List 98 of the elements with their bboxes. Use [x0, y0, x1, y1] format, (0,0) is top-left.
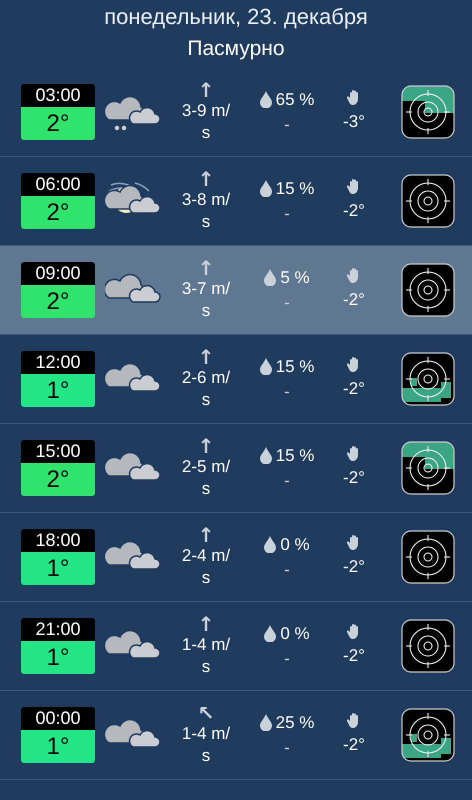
moon-cloud-icon: [105, 182, 161, 214]
raindrop-icon: [260, 90, 272, 108]
precipitation-amount: -: [283, 381, 291, 403]
forecast-row[interactable]: 00:00 1° ↖ 1-4 m/ s 25 % - -2°: [0, 691, 472, 780]
hand-icon: [347, 623, 361, 640]
hand-icon: [347, 267, 361, 284]
time-label: 06:00: [21, 173, 95, 196]
forecast-row[interactable]: 12:00 1° ↑ 2-6 m/ s 15 % - -2°: [0, 335, 472, 424]
radar-thumbnail[interactable]: [401, 174, 455, 228]
forecast-row[interactable]: 03:00 2° ↑ 3-9 m/ s 65 % - -3°: [0, 68, 472, 157]
hand-icon: [347, 712, 361, 728]
wind-speed: 3-9 m/ s: [180, 100, 232, 144]
wind-arrow: ↑: [196, 258, 216, 278]
radar-thumbnail[interactable]: [401, 352, 455, 406]
hand-icon: [347, 534, 361, 550]
time-label: 09:00: [21, 262, 95, 285]
time-label: 00:00: [21, 707, 95, 730]
radar-thumbnail[interactable]: [401, 263, 455, 317]
condition-heading: Пасмурно: [186, 36, 286, 62]
date-heading: понедельник, 23. декабря: [103, 3, 369, 30]
cloud-icon: [105, 274, 161, 303]
hand-icon: [347, 89, 361, 106]
feels-like-temperature: -2°: [342, 289, 366, 312]
precipitation-amount: -: [283, 559, 291, 581]
precipitation-chance: 0 %: [280, 534, 310, 556]
raindrop-icon: [260, 446, 272, 464]
precipitation-chance: 15 %: [276, 356, 314, 378]
feels-like-temperature: -2°: [342, 467, 366, 490]
wind-speed: 3-7 m/ s: [180, 278, 232, 322]
forecast-row[interactable]: 09:00 2° ↑ 3-7 m/ s 5 % - -2°: [0, 246, 472, 335]
time-label: 03:00: [21, 84, 95, 107]
wind-speed: 3-8 m/ s: [180, 189, 232, 233]
precipitation-amount: -: [283, 292, 291, 314]
precipitation-amount: -: [283, 470, 291, 492]
raindrop-icon: [260, 180, 272, 197]
wind-speed: 2-4 m/ s: [180, 545, 232, 589]
precipitation-chance: 25 %: [276, 712, 314, 734]
time-label: 12:00: [21, 351, 95, 374]
precipitation-chance: 0 %: [280, 622, 310, 644]
cloud-icon: [105, 540, 161, 570]
temperature-label: 2°: [21, 196, 95, 229]
wind-arrow: ↑: [196, 614, 216, 634]
wind-arrow: ↑: [196, 169, 216, 189]
snow-cloud-icon: [105, 96, 161, 130]
hand-icon: [347, 356, 361, 372]
wind-speed: 1-4 m/ s: [180, 634, 232, 678]
raindrop-icon: [260, 714, 272, 731]
feels-like-temperature: -3°: [342, 111, 366, 134]
wind-arrow: ↑: [196, 525, 216, 545]
wind-speed: 1-4 m/ s: [180, 723, 232, 767]
feels-like-temperature: -2°: [342, 378, 366, 400]
feels-like-temperature: -2°: [342, 734, 366, 756]
raindrop-icon: [264, 536, 276, 553]
feels-like-temperature: -2°: [342, 200, 366, 222]
raindrop-icon: [264, 624, 276, 642]
precipitation-chance: 15 %: [276, 444, 314, 466]
feels-like-temperature: -2°: [342, 645, 366, 668]
cloud-icon: [105, 718, 161, 748]
precipitation-chance: 15 %: [276, 178, 314, 200]
wind-arrow: ↑: [196, 436, 216, 456]
cloud-icon: [105, 630, 161, 659]
hand-icon: [347, 178, 361, 194]
precipitation-chance: 65 %: [276, 88, 314, 110]
precipitation-amount: -: [283, 648, 291, 670]
radar-thumbnail[interactable]: [401, 619, 455, 673]
raindrop-icon: [264, 268, 276, 286]
precipitation-amount: -: [283, 114, 291, 136]
wind-arrow: ↑: [196, 80, 216, 100]
forecast-row[interactable]: 15:00 2° ↑ 2-5 m/ s 15 % - -2°: [0, 424, 472, 513]
forecast-row[interactable]: 18:00 1° ↑ 2-4 m/ s 0 % - -2°: [0, 513, 472, 602]
temperature-label: 1°: [21, 730, 95, 763]
radar-thumbnail[interactable]: [401, 708, 455, 762]
raindrop-icon: [260, 358, 272, 375]
radar-thumbnail[interactable]: [401, 530, 455, 584]
time-label: 18:00: [21, 529, 95, 552]
radar-thumbnail[interactable]: [401, 441, 455, 495]
wind-speed: 2-6 m/ s: [180, 367, 232, 411]
precipitation-chance: 5 %: [280, 266, 310, 288]
time-label: 21:00: [21, 618, 95, 641]
cloud-icon: [105, 362, 161, 392]
precipitation-amount: -: [283, 203, 291, 225]
hand-icon: [347, 445, 361, 462]
temperature-label: 1°: [21, 374, 95, 407]
forecast-row[interactable]: 21:00 1° ↑ 1-4 m/ s 0 % - -2°: [0, 602, 472, 691]
wind-arrow: ↑: [196, 347, 216, 367]
feels-like-temperature: -2°: [342, 556, 366, 578]
temperature-label: 1°: [21, 641, 95, 674]
radar-thumbnail[interactable]: [401, 85, 455, 139]
forecast-row[interactable]: 06:00 2° ↑ 3-8 m/ s 15 % - -2°: [0, 157, 472, 246]
temperature-label: 2°: [21, 107, 95, 140]
temperature-label: 1°: [21, 552, 95, 585]
temperature-label: 2°: [21, 463, 95, 496]
cloud-icon: [105, 452, 161, 481]
temperature-label: 2°: [21, 285, 95, 318]
time-label: 15:00: [21, 440, 95, 463]
wind-speed: 2-5 m/ s: [180, 456, 232, 500]
wind-arrow: ↖: [196, 703, 216, 723]
precipitation-amount: -: [283, 737, 291, 759]
